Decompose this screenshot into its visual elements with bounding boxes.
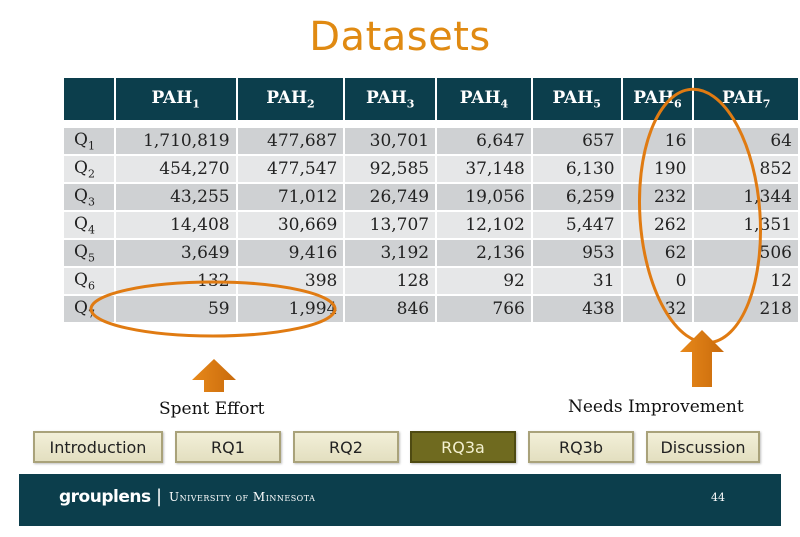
up-arrow-icon	[680, 330, 724, 387]
footer-separator: |	[156, 486, 163, 507]
page-number: 44	[711, 491, 725, 504]
nav-tab-rq3a[interactable]: RQ3a	[410, 431, 516, 463]
spent-effort-highlight-ellipse	[89, 280, 337, 338]
nav-tab-introduction[interactable]: Introduction	[33, 431, 163, 463]
spent-effort-label: Spent Effort	[159, 399, 265, 419]
footer-bar: grouplens | University of Minnesota 44	[19, 474, 781, 526]
institution-name: University of Minnesota	[169, 490, 316, 504]
needs-improvement-highlight-ellipse	[637, 87, 763, 345]
nav-tab-rq2[interactable]: RQ2	[293, 431, 399, 463]
needs-improvement-label: Needs Improvement	[568, 397, 744, 417]
nav-tab-rq3b[interactable]: RQ3b	[528, 431, 634, 463]
nav-tab-discussion[interactable]: Discussion	[646, 431, 760, 463]
grouplens-logo: grouplens	[59, 487, 151, 507]
up-arrow-icon	[192, 359, 236, 392]
nav-tab-rq1[interactable]: RQ1	[175, 431, 281, 463]
